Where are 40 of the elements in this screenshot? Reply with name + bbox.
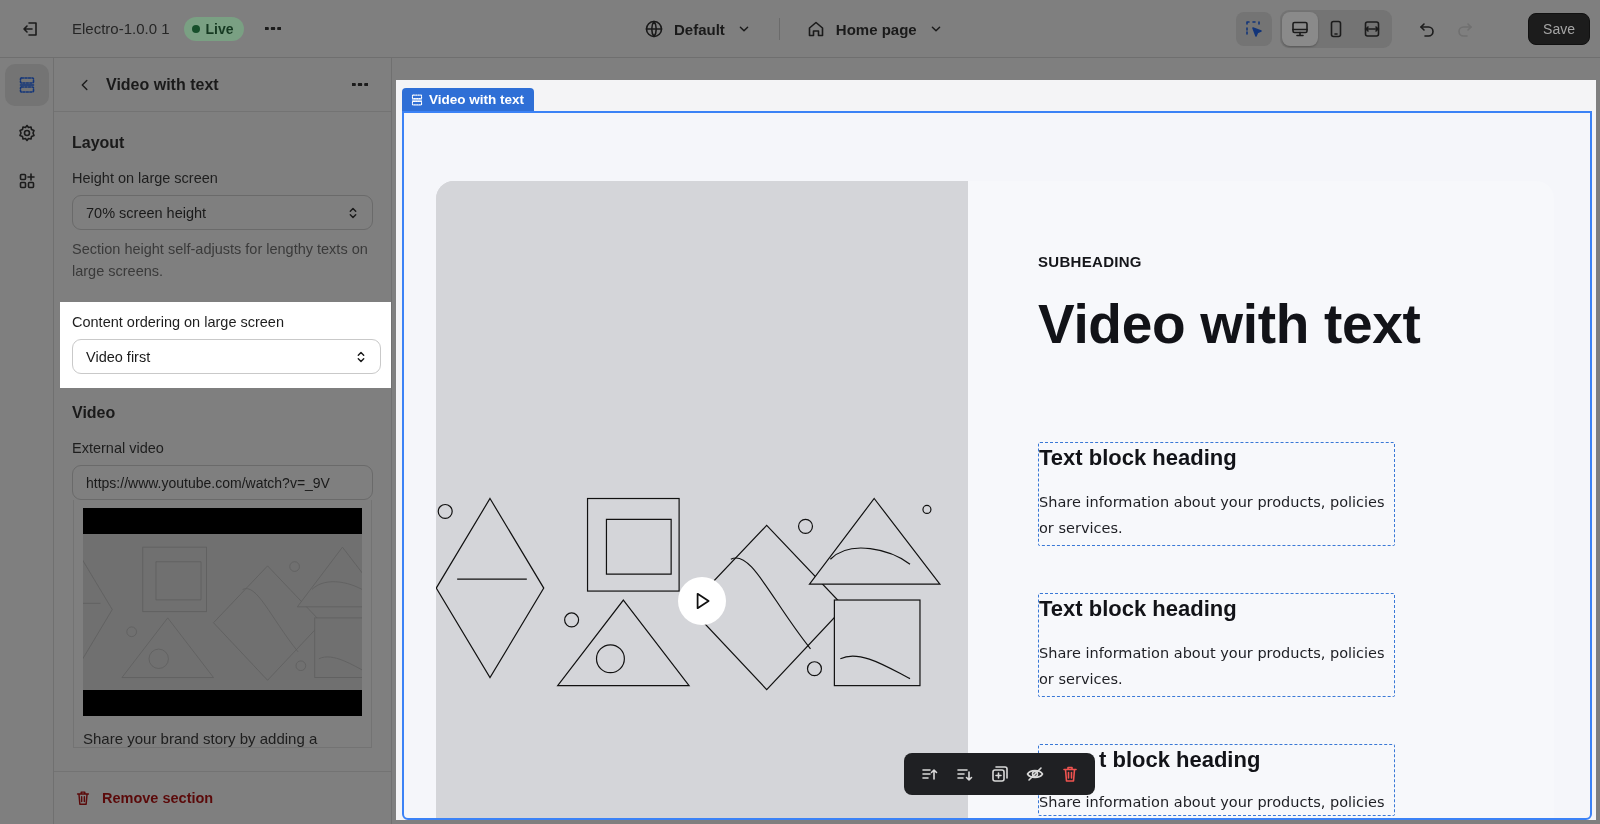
select-tool-icon	[1244, 18, 1265, 39]
status-badge: Live	[183, 16, 244, 41]
trash-icon	[74, 789, 92, 807]
select-field[interactable]: 70% screen height	[72, 195, 373, 230]
block-text: Share information about your products, policies or services.	[1039, 493, 1386, 538]
text-block[interactable]: Text block heading Share information about your products, policies or services.	[1038, 593, 1395, 697]
select-tool-button[interactable]	[1236, 11, 1273, 46]
section-heading: Video with text	[1038, 292, 1422, 356]
locale-dropdown[interactable]: Default	[640, 12, 757, 46]
sections-icon	[410, 92, 424, 107]
remove-section-button[interactable]: Remove section	[68, 785, 220, 811]
group-heading: Video	[71, 404, 117, 422]
more-icon	[264, 26, 281, 31]
subheading: SUBHEADING	[1038, 253, 1143, 270]
duplicate-icon	[989, 764, 1010, 784]
block-text: Share information about your products, policies or services.	[1039, 644, 1386, 689]
help-text: Section height self-adjusts for lengthy texts on large screens.	[72, 240, 369, 281]
block-heading: Text block heading	[1039, 444, 1238, 471]
field-label: Content ordering on large screen	[72, 314, 285, 330]
hide-icon	[1024, 764, 1045, 784]
page-dropdown[interactable]: Home page	[801, 12, 949, 46]
rail-item[interactable]	[4, 64, 49, 106]
globe-icon	[644, 19, 664, 39]
view-mode-button[interactable]	[1282, 11, 1319, 46]
select-field[interactable]: Video first	[72, 339, 381, 374]
field-label: Height on large screen	[72, 170, 219, 186]
url-field[interactable]: https://www.youtube.com/watch?v=_9V	[72, 465, 373, 500]
section-tab[interactable]: Video with text	[402, 88, 534, 111]
more-icon	[352, 82, 368, 87]
group-heading: Layout	[71, 134, 126, 152]
block-heading: t block heading	[1099, 746, 1262, 773]
block-heading: Text block heading	[1039, 595, 1238, 622]
settings-icon	[16, 123, 37, 143]
theme-name: Electro-1.0.0 1	[72, 20, 170, 37]
save-button[interactable]: Save	[1528, 12, 1590, 45]
text-block[interactable]: Text block heading Share information about your products, policies or services.	[1038, 442, 1395, 546]
block-text: Share information about your products, policies	[1039, 794, 1386, 811]
description-text: Share your brand story by adding a	[83, 730, 319, 747]
panel-title: Video with text	[106, 75, 220, 94]
field-label: External video	[72, 440, 165, 456]
